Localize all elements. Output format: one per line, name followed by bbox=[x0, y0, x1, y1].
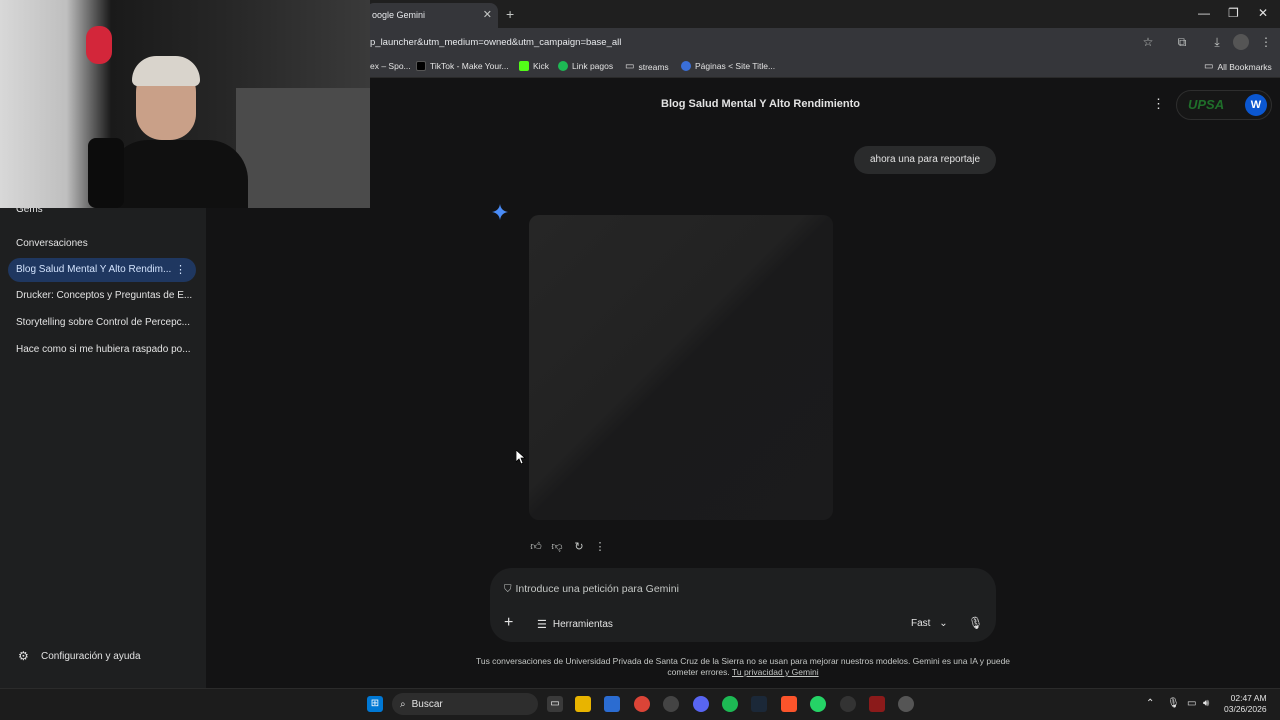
tools-icon: ☰ bbox=[537, 619, 547, 631]
whatsapp-icon[interactable] bbox=[810, 696, 826, 712]
settings-help-link[interactable]: Configuración y ayuda bbox=[41, 651, 141, 662]
taskbar-search[interactable]: ⌕ Buscar bbox=[392, 693, 538, 715]
sidebar-conversation-item[interactable]: Blog Salud Mental Y Alto Rendim... ⋮ bbox=[8, 258, 196, 282]
browser-tab[interactable]: oogle Gemini ✕ bbox=[366, 3, 498, 28]
discord-icon[interactable] bbox=[693, 696, 709, 712]
webcam-microphone bbox=[88, 138, 124, 208]
extensions-icon[interactable]: ⧉ bbox=[1174, 34, 1190, 50]
app-icon[interactable] bbox=[663, 696, 679, 712]
all-bookmarks[interactable]: ▭ All Bookmarks bbox=[1204, 61, 1272, 72]
sidebar-conversation-item[interactable]: Storytelling sobre Control de Percepc... bbox=[8, 311, 196, 335]
user-message: ahora una para reportaje bbox=[854, 146, 996, 174]
bookmark-item[interactable]: TikTok - Make Your... bbox=[416, 61, 509, 71]
tab-title: oogle Gemini bbox=[372, 10, 426, 20]
windows-start-icon[interactable]: ⊞ bbox=[367, 696, 383, 712]
spotify-icon[interactable] bbox=[722, 696, 738, 712]
more-actions-icon[interactable]: ⋮ bbox=[593, 540, 607, 553]
regenerate-icon[interactable]: ↻ bbox=[572, 540, 586, 553]
bookmark-item[interactable]: Link pagos bbox=[558, 61, 613, 71]
restore-icon[interactable]: ❐ bbox=[1228, 6, 1239, 20]
webcam-person-body bbox=[108, 140, 248, 208]
tiktok-icon bbox=[416, 61, 426, 71]
add-attachment-icon[interactable]: + bbox=[504, 614, 513, 632]
profile-icon[interactable] bbox=[1233, 34, 1249, 50]
gemini-star-icon bbox=[492, 204, 508, 220]
link-icon bbox=[558, 61, 568, 71]
search-icon: ⌕ bbox=[400, 698, 406, 710]
bookmark-item[interactable]: Páginas < Site Title... bbox=[681, 61, 775, 71]
webcam-red-object bbox=[86, 26, 112, 64]
volume-icon[interactable]: 🔊︎ bbox=[1203, 698, 1209, 709]
capcut-icon[interactable] bbox=[869, 696, 885, 712]
bookmark-star-icon[interactable]: ☆ bbox=[1140, 34, 1156, 50]
webcam-couch bbox=[236, 88, 370, 208]
speedometer-icon[interactable] bbox=[840, 696, 856, 712]
network-icon[interactable]: ▭ bbox=[1187, 698, 1196, 709]
folder-icon: ▭ bbox=[1204, 61, 1214, 72]
mouse-cursor-icon bbox=[516, 450, 526, 464]
settings-gear-icon[interactable]: ⚙ bbox=[18, 649, 29, 663]
more-options-icon[interactable]: ⋮ bbox=[1152, 96, 1165, 112]
wordpress-icon bbox=[681, 61, 691, 71]
bookmark-item[interactable]: ex – Spo... bbox=[370, 61, 411, 71]
bookmark-item[interactable]: Kick bbox=[519, 61, 549, 71]
microphone-tray-icon[interactable]: 🎙︎ bbox=[1167, 698, 1180, 709]
thumbs-down-icon[interactable]: 👎︎ bbox=[550, 540, 564, 553]
store-icon[interactable] bbox=[604, 696, 620, 712]
conversations-heading: Conversaciones bbox=[16, 238, 88, 249]
brand-logo: UPSA bbox=[1188, 97, 1225, 112]
file-explorer-icon[interactable] bbox=[575, 696, 591, 712]
shield-icon: ⛉ bbox=[504, 583, 512, 595]
folder-icon: ▭ bbox=[625, 61, 635, 72]
conversation-title: Blog Salud Mental Y Alto Rendimiento bbox=[661, 98, 861, 110]
webcam-person-hair bbox=[132, 56, 200, 86]
more-options-icon[interactable]: ⋮ bbox=[175, 258, 186, 282]
tools-button[interactable]: ☰ Herramientas bbox=[537, 618, 613, 631]
disclaimer-text: Tus conversaciones de Universidad Privad… bbox=[475, 656, 1011, 677]
model-selector[interactable]: Fast ⌄ bbox=[911, 618, 948, 629]
steam-icon[interactable] bbox=[751, 696, 767, 712]
sidebar-conversation-item[interactable]: Hace como si me hubiera raspado po... bbox=[8, 338, 196, 362]
media-player-icon[interactable] bbox=[898, 696, 914, 712]
sidebar-conversation-item[interactable]: Drucker: Conceptos y Preguntas de E... bbox=[8, 284, 196, 308]
privacy-link[interactable]: Tu privacidad y Gemini bbox=[732, 667, 819, 677]
taskbar-clock[interactable]: 02:47 AM 03/26/2026 bbox=[1224, 693, 1267, 715]
bookmark-item[interactable]: ▭ streams bbox=[625, 61, 669, 72]
chevron-up-icon[interactable]: ⌃ bbox=[1146, 698, 1154, 709]
avatar[interactable]: W bbox=[1245, 94, 1267, 116]
webcam-overlay bbox=[0, 0, 370, 208]
prompt-input[interactable]: ⛉ Introduce una petición para Gemini bbox=[504, 583, 679, 595]
minimize-icon[interactable]: — bbox=[1198, 6, 1210, 20]
brave-icon[interactable] bbox=[781, 696, 797, 712]
thumbs-up-icon[interactable]: 👍︎ bbox=[529, 540, 543, 553]
new-tab-icon[interactable]: + bbox=[506, 6, 514, 22]
close-tab-icon[interactable]: ✕ bbox=[483, 8, 492, 21]
task-view-icon[interactable]: ▭ bbox=[547, 696, 563, 712]
generated-image-placeholder[interactable] bbox=[529, 215, 833, 520]
microphone-icon[interactable]: 🎙︎ bbox=[968, 616, 983, 630]
close-window-icon[interactable]: ✕ bbox=[1258, 6, 1268, 20]
url-field[interactable]: p_launcher&utm_medium=owned&utm_campaign… bbox=[370, 37, 621, 48]
browser-menu-icon[interactable]: ⋮ bbox=[1258, 34, 1274, 50]
chrome-icon[interactable] bbox=[634, 696, 650, 712]
chevron-down-icon: ⌄ bbox=[939, 618, 948, 629]
download-icon[interactable]: ⤓ bbox=[1209, 34, 1225, 50]
kick-icon bbox=[519, 61, 529, 71]
